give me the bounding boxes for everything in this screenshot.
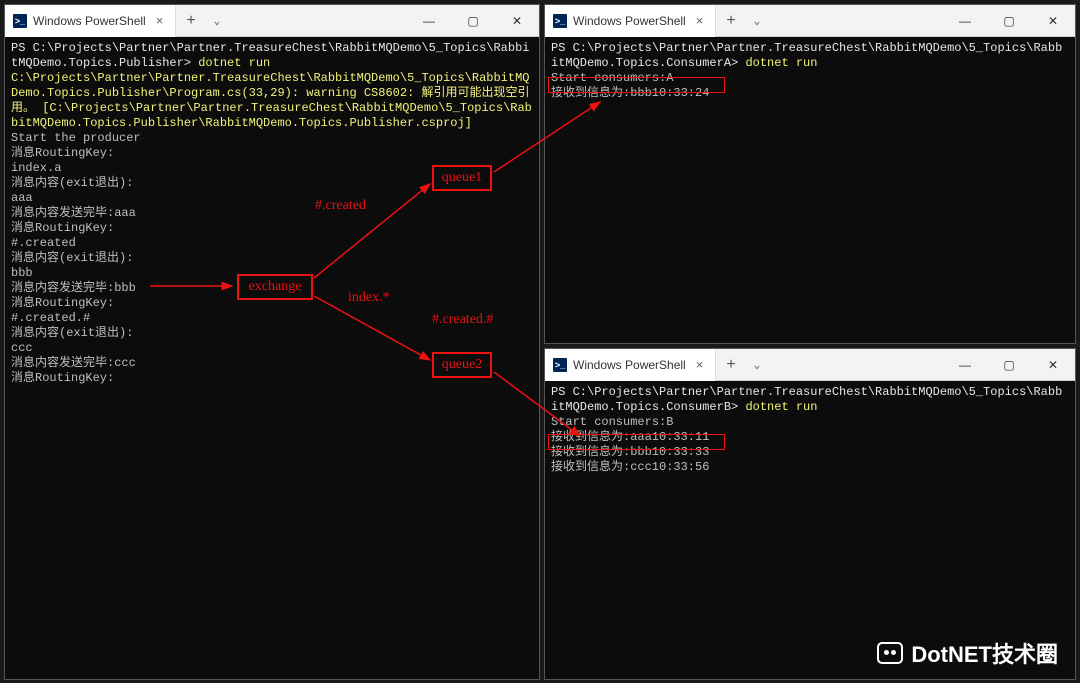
maximize-button[interactable]: ▢	[451, 5, 495, 36]
minimize-button[interactable]: —	[943, 5, 987, 36]
powershell-window-consumer-b: >_ Windows PowerShell × + ⌄ — ▢ ✕ PS C:\…	[544, 348, 1076, 680]
minimize-button[interactable]: —	[407, 5, 451, 36]
tab-title: Windows PowerShell	[573, 14, 686, 28]
close-tab-icon[interactable]: ×	[152, 13, 168, 28]
window-controls: — ▢ ✕	[943, 349, 1075, 380]
close-button[interactable]: ✕	[1031, 349, 1075, 380]
tab-dropdown-icon[interactable]: ⌄	[746, 358, 769, 372]
close-button[interactable]: ✕	[495, 5, 539, 36]
close-button[interactable]: ✕	[1031, 5, 1075, 36]
tab-dropdown-icon[interactable]: ⌄	[746, 14, 769, 28]
maximize-button[interactable]: ▢	[987, 349, 1031, 380]
close-tab-icon[interactable]: ×	[692, 13, 708, 28]
close-tab-icon[interactable]: ×	[692, 357, 708, 372]
window-controls: — ▢ ✕	[407, 5, 539, 36]
titlebar: >_ Windows PowerShell × + ⌄ — ▢ ✕	[545, 349, 1075, 381]
terminal-output[interactable]: PS C:\Projects\Partner\Partner.TreasureC…	[5, 37, 539, 679]
tab-title: Windows PowerShell	[573, 358, 686, 372]
terminal-output[interactable]: PS C:\Projects\Partner\Partner.TreasureC…	[545, 37, 1075, 343]
powershell-icon: >_	[553, 358, 567, 372]
terminal-output[interactable]: PS C:\Projects\Partner\Partner.TreasureC…	[545, 381, 1075, 679]
tab-powershell[interactable]: >_ Windows PowerShell ×	[545, 5, 716, 37]
window-controls: — ▢ ✕	[943, 5, 1075, 36]
new-tab-button[interactable]: +	[716, 12, 745, 30]
titlebar: >_ Windows PowerShell × + ⌄ — ▢ ✕	[5, 5, 539, 37]
powershell-icon: >_	[553, 14, 567, 28]
new-tab-button[interactable]: +	[716, 356, 745, 374]
minimize-button[interactable]: —	[943, 349, 987, 380]
tab-dropdown-icon[interactable]: ⌄	[206, 14, 229, 28]
titlebar: >_ Windows PowerShell × + ⌄ — ▢ ✕	[545, 5, 1075, 37]
maximize-button[interactable]: ▢	[987, 5, 1031, 36]
tab-title: Windows PowerShell	[33, 14, 146, 28]
tab-powershell[interactable]: >_ Windows PowerShell ×	[545, 349, 716, 381]
powershell-window-publisher: >_ Windows PowerShell × + ⌄ — ▢ ✕ PS C:\…	[4, 4, 540, 680]
new-tab-button[interactable]: +	[176, 12, 205, 30]
powershell-icon: >_	[13, 14, 27, 28]
powershell-window-consumer-a: >_ Windows PowerShell × + ⌄ — ▢ ✕ PS C:\…	[544, 4, 1076, 344]
tab-powershell[interactable]: >_ Windows PowerShell ×	[5, 5, 176, 37]
